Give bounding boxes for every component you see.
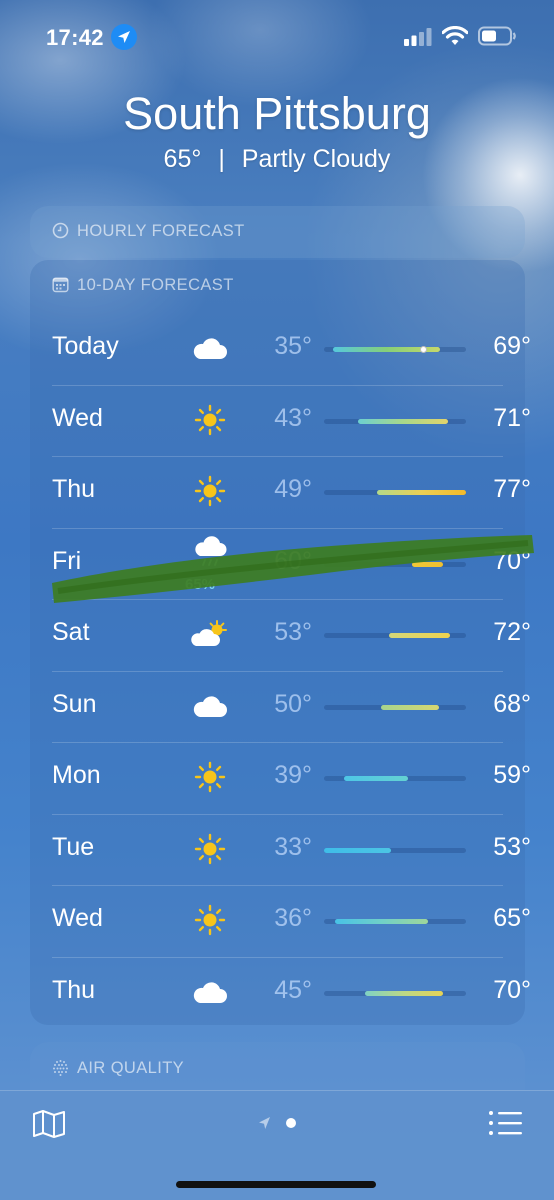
high-temperature: 53° (493, 832, 531, 861)
temperature-range-bar (324, 990, 466, 996)
low-temperature: 39° (274, 761, 312, 789)
air-quality-icon (52, 1059, 69, 1081)
forecast-day: Wed (52, 904, 103, 932)
high-temperature: 70° (493, 546, 531, 575)
high-temperature: 72° (493, 618, 531, 646)
cellular-signal-icon (404, 28, 434, 46)
forecast-day: Sun (52, 689, 97, 718)
temperature-range-fill (412, 561, 444, 567)
temperature-range-fill (335, 919, 428, 924)
ten-day-forecast-header: 10-DAY FORECAST (52, 276, 234, 298)
condition-text: Partly Cloudy (241, 145, 391, 173)
location-arrow-icon (111, 24, 137, 50)
temperature-range-fill (365, 990, 444, 996)
high-temperature: 70° (493, 975, 531, 1004)
city-name: South Pittsburg (123, 88, 431, 139)
map-icon[interactable] (32, 1109, 66, 1139)
forecast-row[interactable]: Thu 49° 77° (52, 456, 531, 527)
forecast-row[interactable]: Wed 36° 65° (52, 885, 531, 956)
high-temperature: 77° (493, 475, 531, 503)
high-temperature: 59° (493, 761, 531, 789)
sun-icon (190, 401, 230, 439)
current-temperature: 65° (163, 145, 202, 173)
list-icon[interactable] (488, 1109, 524, 1137)
low-temperature: 45° (274, 975, 312, 1004)
temperature-range-bar (324, 346, 466, 353)
conditions-separator: | (218, 145, 225, 173)
current-conditions: 65° | Partly Cloudy (0, 145, 554, 174)
forecast-day: Wed (52, 403, 103, 432)
low-temperature: 50° (274, 689, 312, 718)
forecast-day: Today (52, 332, 119, 360)
high-temperature: 68° (493, 689, 531, 718)
temperature-range-fill (389, 633, 451, 638)
temperature-range-bar (324, 704, 466, 710)
ten-day-forecast-card[interactable]: 10-DAY FORECAST Today 35° 69° Wed 43° 71° Thu 4… (30, 260, 531, 1028)
sun-icon (190, 472, 230, 510)
wifi-icon (441, 25, 469, 46)
forecast-day: Thu (52, 475, 96, 503)
forecast-day: Mon (52, 761, 101, 789)
sun-icon (190, 901, 230, 939)
high-temperature: 65° (493, 904, 531, 932)
temperature-range-bar (324, 847, 466, 853)
temperature-range-bar (324, 776, 466, 781)
hourly-forecast-card[interactable]: HOURLY FORECAST (30, 206, 525, 258)
calendar-icon (52, 276, 69, 298)
forecast-day: Thu (52, 975, 96, 1004)
temperature-range-bar (324, 418, 466, 424)
battery-icon (478, 26, 518, 46)
air-quality-title: AIR QUALITY (77, 1059, 185, 1077)
sun-icon (190, 758, 230, 796)
home-indicator[interactable] (176, 1181, 376, 1188)
temperature-range-fill (358, 418, 448, 424)
cloud-rain-icon (190, 534, 230, 572)
temperature-range-fill (324, 847, 391, 853)
cloud-icon (190, 687, 230, 725)
forecast-row[interactable]: Mon 39° 59° (52, 742, 531, 813)
forecast-row[interactable]: Tue 33° 53° (52, 814, 531, 885)
forecast-day: Tue (52, 832, 95, 861)
forecast-row[interactable]: Sat 53° 72° (52, 599, 531, 670)
hourly-forecast-header: HOURLY FORECAST (52, 222, 245, 244)
bottom-toolbar (0, 1090, 554, 1200)
temperature-range-bar (324, 561, 466, 567)
temperature-range-fill (343, 776, 408, 781)
air-quality-header: AIR QUALITY (52, 1059, 184, 1081)
low-temperature: 36° (274, 904, 312, 932)
high-temperature: 69° (493, 332, 531, 360)
precipitation-chance: 65% (184, 575, 216, 593)
partly-cloudy-icon (190, 615, 230, 653)
sun-icon (190, 830, 230, 868)
status-time: 17:42 (46, 25, 104, 50)
cloud-icon (190, 329, 230, 367)
current-temperature-marker (419, 346, 427, 353)
forecast-row[interactable]: Thu 45° 70° (52, 957, 531, 1028)
temperature-range-bar (324, 490, 466, 495)
forecast-row[interactable]: Sun 50° 68° (52, 671, 531, 742)
low-temperature: 43° (274, 403, 312, 432)
temperature-range-bar (324, 919, 466, 924)
low-temperature: 35° (274, 332, 312, 360)
forecast-day: Sat (52, 618, 90, 646)
low-temperature: 33° (274, 832, 312, 861)
low-temperature: 60° (274, 546, 312, 575)
low-temperature: 49° (274, 475, 312, 503)
cloud-icon (190, 973, 230, 1011)
forecast-day: Fri (52, 546, 82, 575)
status-bar: 17:42 (0, 20, 554, 54)
temperature-range-bar (324, 633, 466, 638)
low-temperature: 53° (274, 618, 312, 646)
forecast-row[interactable]: Wed 43° 71° (52, 385, 531, 456)
forecast-row[interactable]: Today 35° 69° (52, 313, 531, 384)
page-indicator[interactable] (256, 1113, 306, 1133)
hourly-forecast-title: HOURLY FORECAST (77, 222, 245, 240)
ten-day-forecast-title: 10-DAY FORECAST (77, 276, 234, 294)
clock-icon (52, 222, 69, 244)
forecast-row[interactable]: Fri 65% 60° 70° (52, 528, 531, 599)
temperature-range-fill (380, 704, 440, 710)
high-temperature: 71° (493, 403, 531, 432)
